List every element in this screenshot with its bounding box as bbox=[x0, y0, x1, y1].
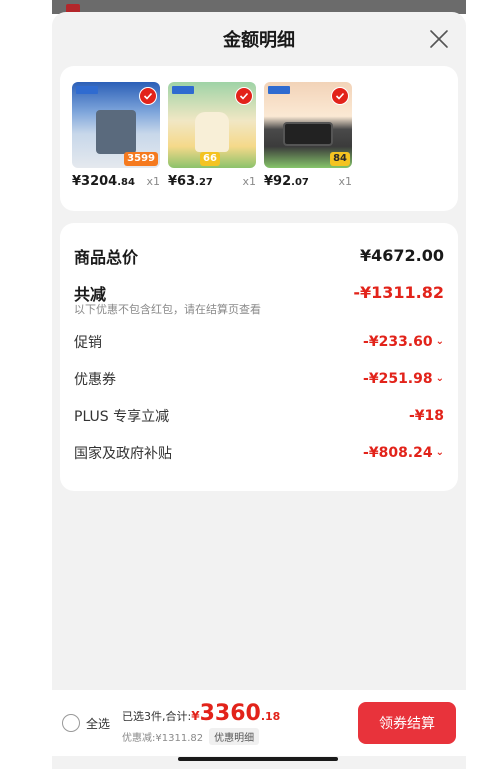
promotion-value[interactable]: -¥233.60 ⌄ bbox=[363, 334, 444, 350]
price-row: ¥63.27 x1 bbox=[168, 174, 256, 192]
amount-detail-sheet: 金额明细 3599 ¥3204.84 x1 66 ¥63.27 x1 84 ¥9… bbox=[52, 12, 466, 769]
discount-note: 以下优惠不包含红包，请在结算页查看 bbox=[74, 303, 261, 316]
price-row: ¥3204.84 x1 bbox=[72, 174, 160, 192]
total-amount-int: 3360 bbox=[199, 701, 261, 726]
check-icon bbox=[235, 87, 253, 105]
total-amount-dec: .18 bbox=[260, 710, 281, 723]
totals-block: 已选3件,合计: ¥ 3360 .18 优惠减:¥1311.82 优惠明细 bbox=[122, 701, 280, 745]
sheet-header: 金额明细 bbox=[52, 12, 466, 66]
item-quantity: x1 bbox=[338, 175, 352, 188]
promo-price-tag: 66 bbox=[200, 152, 220, 166]
subsidy-value[interactable]: -¥808.24 ⌄ bbox=[363, 445, 444, 461]
discount-detail-tag[interactable]: 优惠明细 bbox=[209, 728, 260, 745]
price-summary-card: 商品总价 ¥4672.00 共减 -¥1311.82 以下优惠不包含红包，请在结… bbox=[60, 223, 458, 491]
radio-circle-icon[interactable] bbox=[62, 714, 80, 732]
total-price-value: ¥4672.00 bbox=[359, 246, 444, 265]
chevron-down-icon[interactable]: ⌄ bbox=[436, 336, 444, 347]
checkout-bar: 全选 已选3件,合计: ¥ 3360 .18 优惠减:¥1311.82 优惠明细… bbox=[52, 690, 466, 756]
promotion-row[interactable]: 促销 -¥233.60 ⌄ bbox=[74, 323, 444, 360]
water-heater-image[interactable]: 3599 bbox=[72, 82, 160, 168]
total-discount-value: -¥1311.82 bbox=[353, 283, 444, 302]
total-price-label: 商品总价 bbox=[74, 247, 139, 267]
total-price-row: 商品总价 ¥4672.00 bbox=[74, 237, 444, 274]
brand-badge bbox=[172, 86, 194, 94]
item-quantity: x1 bbox=[242, 175, 256, 188]
coupon-row[interactable]: 优惠券 -¥251.98 ⌄ bbox=[74, 360, 444, 397]
product-item[interactable]: 66 ¥63.27 x1 bbox=[168, 82, 256, 211]
item-quantity: x1 bbox=[146, 175, 160, 188]
subsidy-row[interactable]: 国家及政府补贴 -¥808.24 ⌄ bbox=[74, 434, 444, 471]
promo-price-tag: 84 bbox=[330, 152, 350, 166]
close-icon[interactable] bbox=[428, 28, 450, 50]
select-all-toggle[interactable]: 全选 bbox=[62, 714, 110, 732]
sheet-title: 金额明细 bbox=[223, 30, 295, 51]
chevron-down-icon[interactable]: ⌄ bbox=[436, 447, 444, 458]
item-price: ¥63.27 bbox=[168, 174, 213, 189]
saved-amount-text: 优惠减:¥1311.82 bbox=[122, 733, 204, 744]
plus-discount-row: PLUS 专享立减 -¥18 bbox=[74, 397, 444, 434]
brand-badge bbox=[268, 86, 290, 94]
total-currency: ¥ bbox=[191, 709, 200, 723]
promotion-label: 促销 bbox=[74, 334, 102, 351]
left-margin bbox=[0, 0, 52, 769]
total-line: 已选3件,合计: ¥ 3360 .18 bbox=[122, 701, 280, 726]
chevron-down-icon[interactable]: ⌄ bbox=[436, 373, 444, 384]
coupon-label: 优惠券 bbox=[74, 371, 116, 388]
food-processor-image[interactable]: 66 bbox=[168, 82, 256, 168]
promo-price-tag: 3599 bbox=[124, 152, 158, 166]
check-icon bbox=[139, 87, 157, 105]
check-icon bbox=[331, 87, 349, 105]
device-illustration bbox=[195, 112, 229, 152]
select-all-label: 全选 bbox=[86, 716, 111, 731]
item-price: ¥92.07 bbox=[264, 174, 309, 189]
home-indicator bbox=[178, 757, 338, 761]
product-item[interactable]: 84 ¥92.07 x1 bbox=[264, 82, 352, 211]
device-illustration bbox=[283, 122, 333, 146]
coupon-value[interactable]: -¥251.98 ⌄ bbox=[363, 371, 444, 387]
plus-discount-value: -¥18 bbox=[408, 407, 444, 424]
selected-count-text: 已选3件,合计: bbox=[122, 710, 192, 723]
product-item[interactable]: 3599 ¥3204.84 x1 bbox=[72, 82, 160, 211]
plus-discount-label: PLUS 专享立减 bbox=[74, 408, 170, 425]
checkout-button[interactable]: 领券结算 bbox=[358, 702, 456, 744]
item-price: ¥3204.84 bbox=[72, 174, 135, 189]
brand-badge bbox=[76, 86, 98, 94]
price-row: ¥92.07 x1 bbox=[264, 174, 352, 192]
products-card: 3599 ¥3204.84 x1 66 ¥63.27 x1 84 ¥92.07 … bbox=[60, 66, 458, 211]
subsidy-label: 国家及政府补贴 bbox=[74, 445, 172, 462]
device-illustration bbox=[96, 110, 136, 154]
saved-line: 优惠减:¥1311.82 优惠明细 bbox=[122, 728, 280, 745]
oven-image[interactable]: 84 bbox=[264, 82, 352, 168]
